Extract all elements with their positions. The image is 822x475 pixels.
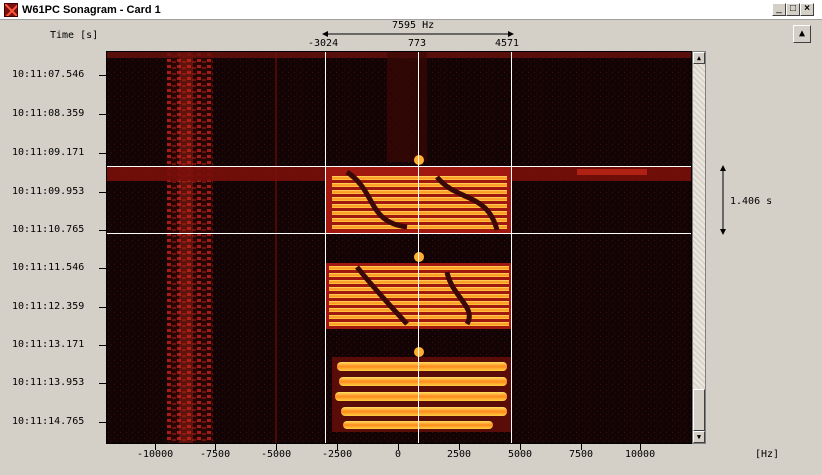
time-tick-label: 10:11:12.359	[12, 301, 85, 312]
frequency-tick-label: 2500	[447, 449, 472, 460]
scroll-down-button[interactable]: ▼	[693, 431, 705, 443]
time-tick-mark	[99, 422, 106, 423]
time-tick-mark	[99, 268, 106, 269]
scroll-up-corner-button[interactable]: ▲	[793, 25, 811, 43]
frequency-tick-mark	[459, 444, 460, 450]
frequency-tick-label: 7500	[569, 449, 594, 460]
frequency-tick-label: 5000	[508, 449, 533, 460]
frequency-tick-label: 0	[395, 449, 402, 460]
frequency-tick-label: 10000	[625, 449, 656, 460]
duration-label: 1.406 s	[730, 196, 773, 207]
time-tick-label: 10:11:08.359	[12, 108, 85, 119]
maximize-button[interactable]: □	[786, 3, 800, 16]
time-tick-mark	[99, 230, 106, 231]
time-tick-label: 10:11:14.765	[12, 416, 85, 427]
spectrogram-image	[107, 52, 691, 443]
frequency-tick-label: -10000	[137, 449, 174, 460]
time-tick-label: 10:11:07.546	[12, 69, 85, 80]
scroll-thumb[interactable]	[693, 389, 705, 431]
frequency-tick-label: -2500	[322, 449, 353, 460]
cursor-right-freq: 4571	[495, 38, 520, 49]
frequency-tick-mark	[337, 444, 338, 450]
signal-block-3	[332, 347, 512, 432]
time-tick-mark	[99, 345, 106, 346]
frequency-tick-mark	[155, 444, 156, 450]
time-tick-mark	[99, 75, 106, 76]
close-button[interactable]: ×	[800, 3, 814, 16]
frequency-tick-mark	[640, 444, 641, 450]
time-tick-label: 10:11:13.171	[12, 339, 85, 350]
time-tick-label: 10:11:13.953	[12, 377, 85, 388]
frequency-tick-mark	[398, 444, 399, 450]
title-bar: W61PC Sonagram - Card 1 _ □ ×	[0, 0, 822, 20]
time-tick-label: 10:11:10.765	[12, 224, 85, 235]
time-tick-mark	[99, 307, 106, 308]
frequency-tick-mark	[215, 444, 216, 450]
frequency-tick-label: -5000	[261, 449, 292, 460]
time-tick-mark	[99, 192, 106, 193]
cursor-left-freq: -3024	[308, 38, 339, 49]
scroll-up-button[interactable]: ▲	[693, 52, 705, 64]
time-tick-mark	[99, 153, 106, 154]
duration-arrow	[720, 165, 726, 235]
cursor-center-freq: 773	[408, 38, 427, 49]
time-tick-mark	[99, 114, 106, 115]
time-tick-label: 10:11:09.171	[12, 147, 85, 158]
frequency-tick-mark	[520, 444, 521, 450]
time-axis-label: Time [s]	[50, 30, 99, 41]
frequency-tick-label: -7500	[200, 449, 231, 460]
minimize-button[interactable]: _	[772, 3, 786, 16]
frequency-tick-mark	[581, 444, 582, 450]
time-tick-label: 10:11:09.953	[12, 186, 85, 197]
window-title: W61PC Sonagram - Card 1	[22, 4, 161, 16]
vertical-scrollbar[interactable]: ▲ ▼	[692, 51, 706, 444]
app-icon	[4, 3, 18, 17]
time-tick-mark	[99, 383, 106, 384]
sonagram-plot[interactable]	[106, 51, 692, 444]
frequency-unit-label: [Hz]	[755, 449, 780, 460]
frequency-tick-mark	[276, 444, 277, 450]
time-tick-label: 10:11:11.546	[12, 262, 85, 273]
